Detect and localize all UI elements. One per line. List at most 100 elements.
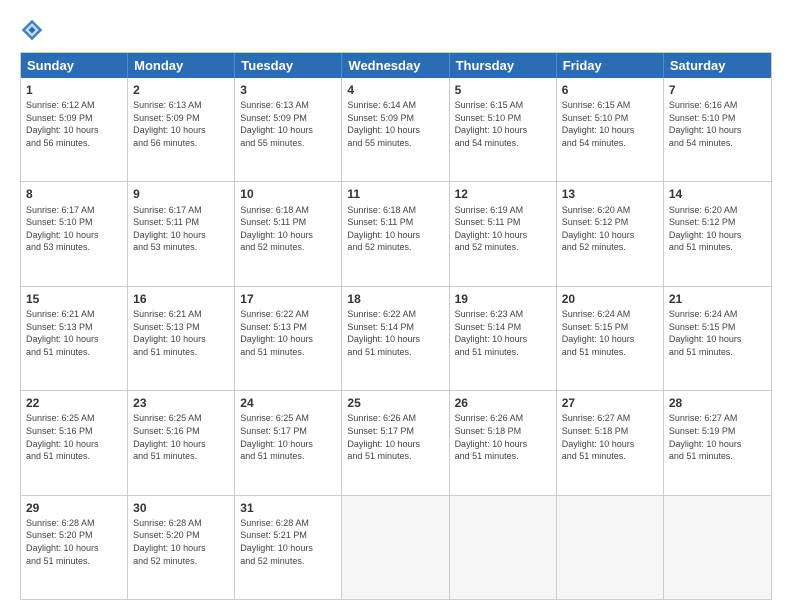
day-info: Sunrise: 6:20 AM Sunset: 5:12 PM Dayligh… [669, 204, 766, 254]
day-number: 29 [26, 500, 122, 516]
day-header-sunday: Sunday [21, 53, 128, 78]
calendar-cell: 26Sunrise: 6:26 AM Sunset: 5:18 PM Dayli… [450, 391, 557, 494]
calendar-cell: 25Sunrise: 6:26 AM Sunset: 5:17 PM Dayli… [342, 391, 449, 494]
calendar-cell: 7Sunrise: 6:16 AM Sunset: 5:10 PM Daylig… [664, 78, 771, 181]
generalblue-logo-icon [20, 18, 44, 42]
day-info: Sunrise: 6:28 AM Sunset: 5:21 PM Dayligh… [240, 517, 336, 567]
day-info: Sunrise: 6:16 AM Sunset: 5:10 PM Dayligh… [669, 99, 766, 149]
day-number: 16 [133, 291, 229, 307]
day-number: 9 [133, 186, 229, 202]
day-info: Sunrise: 6:28 AM Sunset: 5:20 PM Dayligh… [26, 517, 122, 567]
day-number: 7 [669, 82, 766, 98]
day-info: Sunrise: 6:23 AM Sunset: 5:14 PM Dayligh… [455, 308, 551, 358]
calendar-cell: 23Sunrise: 6:25 AM Sunset: 5:16 PM Dayli… [128, 391, 235, 494]
page: SundayMondayTuesdayWednesdayThursdayFrid… [0, 0, 792, 612]
day-info: Sunrise: 6:25 AM Sunset: 5:17 PM Dayligh… [240, 412, 336, 462]
day-number: 6 [562, 82, 658, 98]
calendar-cell: 15Sunrise: 6:21 AM Sunset: 5:13 PM Dayli… [21, 287, 128, 390]
calendar-cell: 14 Sunrise: 6:20 AM Sunset: 5:12 PM Dayli… [664, 182, 771, 285]
day-info: Sunrise: 6:20 AM Sunset: 5:12 PM Dayligh… [562, 204, 658, 254]
calendar-cell: 10Sunrise: 6:18 AM Sunset: 5:11 PM Dayli… [235, 182, 342, 285]
day-number: 27 [562, 395, 658, 411]
calendar-cell [664, 496, 771, 599]
day-info: Sunrise: 6:15 AM Sunset: 5:10 PM Dayligh… [455, 99, 551, 149]
day-number: 8 [26, 186, 122, 202]
calendar-cell: 21Sunrise: 6:24 AM Sunset: 5:15 PM Dayli… [664, 287, 771, 390]
calendar-cell: 19Sunrise: 6:23 AM Sunset: 5:14 PM Dayli… [450, 287, 557, 390]
day-info: Sunrise: 6:27 AM Sunset: 5:18 PM Dayligh… [562, 412, 658, 462]
day-number: 18 [347, 291, 443, 307]
day-info: Sunrise: 6:25 AM Sunset: 5:16 PM Dayligh… [26, 412, 122, 462]
calendar-cell: 1Sunrise: 6:12 AM Sunset: 5:09 PM Daylig… [21, 78, 128, 181]
calendar-cell: 16Sunrise: 6:21 AM Sunset: 5:13 PM Dayli… [128, 287, 235, 390]
day-info: Sunrise: 6:21 AM Sunset: 5:13 PM Dayligh… [26, 308, 122, 358]
calendar-header-row: SundayMondayTuesdayWednesdayThursdayFrid… [21, 53, 771, 78]
day-info: Sunrise: 6:14 AM Sunset: 5:09 PM Dayligh… [347, 99, 443, 149]
day-number: 4 [347, 82, 443, 98]
day-number: 26 [455, 395, 551, 411]
day-info: Sunrise: 6:13 AM Sunset: 5:09 PM Dayligh… [240, 99, 336, 149]
calendar-cell: 11Sunrise: 6:18 AM Sunset: 5:11 PM Dayli… [342, 182, 449, 285]
day-info: Sunrise: 6:28 AM Sunset: 5:20 PM Dayligh… [133, 517, 229, 567]
calendar-body: 1Sunrise: 6:12 AM Sunset: 5:09 PM Daylig… [21, 78, 771, 599]
day-number: 31 [240, 500, 336, 516]
day-info: Sunrise: 6:17 AM Sunset: 5:11 PM Dayligh… [133, 204, 229, 254]
calendar-cell [450, 496, 557, 599]
calendar-week-3: 15Sunrise: 6:21 AM Sunset: 5:13 PM Dayli… [21, 286, 771, 390]
day-info: Sunrise: 6:18 AM Sunset: 5:11 PM Dayligh… [347, 204, 443, 254]
calendar-cell: 4Sunrise: 6:14 AM Sunset: 5:09 PM Daylig… [342, 78, 449, 181]
calendar-week-2: 8 Sunrise: 6:17 AM Sunset: 5:10 PM Daylig… [21, 181, 771, 285]
day-number: 17 [240, 291, 336, 307]
calendar-cell: 6Sunrise: 6:15 AM Sunset: 5:10 PM Daylig… [557, 78, 664, 181]
day-info: Sunrise: 6:27 AM Sunset: 5:19 PM Dayligh… [669, 412, 766, 462]
calendar-cell: 5Sunrise: 6:15 AM Sunset: 5:10 PM Daylig… [450, 78, 557, 181]
day-number: 25 [347, 395, 443, 411]
day-number: 3 [240, 82, 336, 98]
calendar-cell: 28Sunrise: 6:27 AM Sunset: 5:19 PM Dayli… [664, 391, 771, 494]
calendar-cell: 13 Sunrise: 6:20 AM Sunset: 5:12 PM Dayli… [557, 182, 664, 285]
calendar-cell [557, 496, 664, 599]
calendar-cell: 22Sunrise: 6:25 AM Sunset: 5:16 PM Dayli… [21, 391, 128, 494]
calendar-cell: 2Sunrise: 6:13 AM Sunset: 5:09 PM Daylig… [128, 78, 235, 181]
header [20, 18, 772, 42]
calendar-cell: 12Sunrise: 6:19 AM Sunset: 5:11 PM Dayli… [450, 182, 557, 285]
day-number: 28 [669, 395, 766, 411]
day-number: 15 [26, 291, 122, 307]
calendar-cell: 17Sunrise: 6:22 AM Sunset: 5:13 PM Dayli… [235, 287, 342, 390]
day-info: Sunrise: 6:22 AM Sunset: 5:13 PM Dayligh… [240, 308, 336, 358]
day-number: 12 [455, 186, 551, 202]
calendar-cell: 8 Sunrise: 6:17 AM Sunset: 5:10 PM Daylig… [21, 182, 128, 285]
calendar-cell: 9 Sunrise: 6:17 AM Sunset: 5:11 PM Daylig… [128, 182, 235, 285]
calendar-cell: 31Sunrise: 6:28 AM Sunset: 5:21 PM Dayli… [235, 496, 342, 599]
day-info: Sunrise: 6:26 AM Sunset: 5:18 PM Dayligh… [455, 412, 551, 462]
day-number: 14 [669, 186, 766, 202]
day-number: 19 [455, 291, 551, 307]
calendar-cell: 3Sunrise: 6:13 AM Sunset: 5:09 PM Daylig… [235, 78, 342, 181]
day-header-saturday: Saturday [664, 53, 771, 78]
day-info: Sunrise: 6:26 AM Sunset: 5:17 PM Dayligh… [347, 412, 443, 462]
calendar-cell: 27Sunrise: 6:27 AM Sunset: 5:18 PM Dayli… [557, 391, 664, 494]
day-number: 22 [26, 395, 122, 411]
calendar-cell: 30Sunrise: 6:28 AM Sunset: 5:20 PM Dayli… [128, 496, 235, 599]
day-info: Sunrise: 6:15 AM Sunset: 5:10 PM Dayligh… [562, 99, 658, 149]
day-number: 2 [133, 82, 229, 98]
day-number: 21 [669, 291, 766, 307]
day-header-friday: Friday [557, 53, 664, 78]
day-header-thursday: Thursday [450, 53, 557, 78]
logo [20, 18, 52, 42]
day-number: 13 [562, 186, 658, 202]
day-number: 1 [26, 82, 122, 98]
day-info: Sunrise: 6:24 AM Sunset: 5:15 PM Dayligh… [669, 308, 766, 358]
day-number: 10 [240, 186, 336, 202]
calendar-week-1: 1Sunrise: 6:12 AM Sunset: 5:09 PM Daylig… [21, 78, 771, 181]
calendar-week-4: 22Sunrise: 6:25 AM Sunset: 5:16 PM Dayli… [21, 390, 771, 494]
calendar-cell: 18Sunrise: 6:22 AM Sunset: 5:14 PM Dayli… [342, 287, 449, 390]
day-header-wednesday: Wednesday [342, 53, 449, 78]
calendar-cell: 20Sunrise: 6:24 AM Sunset: 5:15 PM Dayli… [557, 287, 664, 390]
day-header-tuesday: Tuesday [235, 53, 342, 78]
day-header-monday: Monday [128, 53, 235, 78]
day-info: Sunrise: 6:21 AM Sunset: 5:13 PM Dayligh… [133, 308, 229, 358]
day-number: 23 [133, 395, 229, 411]
day-info: Sunrise: 6:17 AM Sunset: 5:10 PM Dayligh… [26, 204, 122, 254]
day-number: 20 [562, 291, 658, 307]
